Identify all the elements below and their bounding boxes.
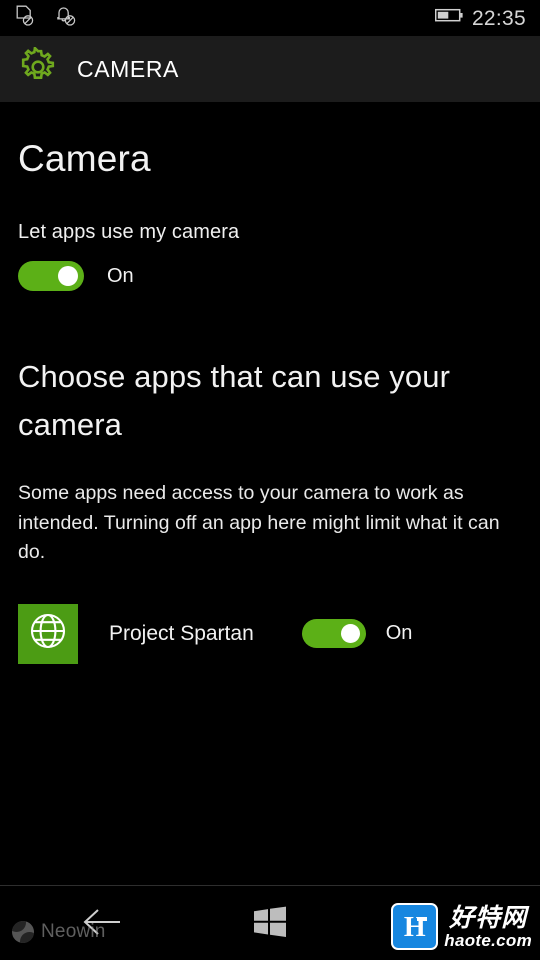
app-tile: [18, 603, 78, 664]
notifications-off-icon: [56, 5, 76, 32]
master-toggle-state: On: [107, 264, 134, 287]
section-heading: Choose apps that can use your camera: [18, 359, 451, 443]
haote-watermark: H 好特网 haote.com: [391, 903, 532, 950]
master-toggle-label: Let apps use my camera: [18, 221, 240, 243]
app-header: CAMERA: [0, 36, 540, 102]
sim-no-icon: [16, 5, 34, 32]
app-toggle-row: On: [301, 619, 413, 649]
app-toggle-switch[interactable]: [301, 619, 366, 649]
status-bar-left-icons: [0, 5, 76, 32]
status-bar: 22:35: [0, 0, 540, 36]
status-bar-right: 22:35: [434, 0, 526, 36]
settings-gear-icon: [18, 44, 58, 92]
windows-start-icon: [253, 906, 287, 943]
haote-logo-icon: H: [391, 903, 439, 950]
master-toggle-switch[interactable]: [18, 261, 84, 291]
neowin-logo-icon: [12, 921, 34, 943]
app-list-item-project-spartan[interactable]: Project Spartan On: [18, 603, 522, 664]
neowin-watermark-text: Neowin: [41, 921, 106, 942]
toggle-knob: [58, 266, 78, 286]
status-bar-clock: 22:35: [471, 6, 526, 30]
toggle-knob: [340, 624, 360, 644]
haote-watermark-cn: 好特网: [449, 902, 528, 932]
neowin-watermark: Neowin: [12, 921, 106, 943]
phone-screen: 22:35 CAMERA Camera Let apps use my came…: [0, 0, 540, 960]
page-header-title: CAMERA: [77, 55, 180, 82]
globe-icon: [26, 609, 70, 658]
app-toggle-state: On: [385, 622, 413, 645]
master-toggle-row: On: [18, 261, 522, 291]
section-description: Some apps need access to your camera to …: [18, 482, 500, 564]
haote-watermark-url: haote.com: [444, 930, 532, 950]
app-name: Project Spartan: [109, 621, 254, 645]
haote-logo-dash: [417, 917, 428, 921]
haote-logo-letter: H: [403, 912, 426, 943]
settings-content: Camera Let apps use my camera On Choose …: [0, 102, 540, 664]
battery-icon: [434, 8, 463, 28]
page-title: Camera: [18, 138, 151, 179]
start-button[interactable]: [244, 906, 296, 942]
haote-watermark-text-group: 好特网 haote.com: [444, 904, 532, 950]
